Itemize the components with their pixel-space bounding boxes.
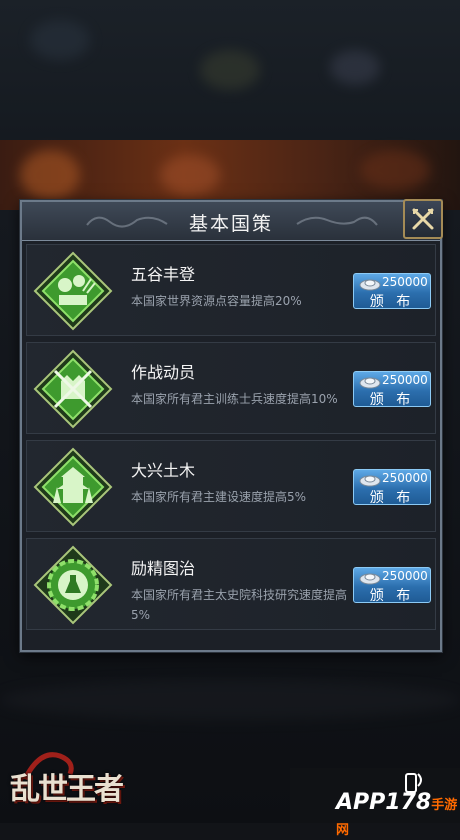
national-policy-dialog: 基本国策 五谷丰登 本国家世界资源点容量提高20% 250000 颁 布 作战动…: [20, 199, 443, 652]
cost-value: 250000: [382, 373, 428, 387]
policy-row: 五谷丰登 本国家世界资源点容量提高20% 250000 颁 布: [26, 244, 436, 336]
silver-ingot-icon: [359, 279, 381, 291]
cost-value: 250000: [382, 471, 428, 485]
game-logo: 乱世王者: [4, 740, 134, 820]
enact-button[interactable]: 250000 颁 布: [353, 371, 431, 408]
silver-ingot-icon: [359, 475, 381, 487]
silver-ingot-icon: [359, 573, 381, 585]
enact-button[interactable]: 250000 颁 布: [353, 273, 431, 310]
policy-name: 五谷丰登: [131, 265, 196, 284]
game-logo-text: 乱世王者: [10, 772, 124, 807]
enact-label: 颁 布: [369, 392, 415, 408]
policy-row: 励精图治 本国家所有君主太史院科技研究速度提高5% 250000 颁 布: [26, 538, 436, 630]
close-button[interactable]: [403, 199, 443, 239]
crossed-swords-close-icon: [412, 208, 434, 230]
cost-value: 250000: [382, 275, 428, 289]
cost-value: 250000: [382, 569, 428, 583]
dialog-titlebar: 基本国策: [22, 202, 440, 241]
policy-description: 本国家所有君主训练士兵速度提高10%: [131, 392, 338, 406]
dialog-title: 基本国策: [188, 213, 273, 235]
policy-row: 大兴土木 本国家所有君主建设速度提高5% 250000 颁 布: [26, 440, 436, 532]
enact-label: 颁 布: [369, 490, 415, 506]
enact-label: 颁 布: [369, 588, 415, 604]
pagoda-icon: [33, 447, 113, 527]
policy-name: 大兴土木: [131, 461, 196, 480]
flask-gear-icon: [33, 545, 113, 625]
silver-ingot-icon: [359, 377, 381, 389]
enact-label: 颁 布: [369, 294, 415, 310]
policy-row: 作战动员 本国家所有君主训练士兵速度提高10% 250000 颁 布: [26, 342, 436, 434]
policy-name: 作战动员: [131, 363, 196, 382]
policy-description: 本国家所有君主建设速度提高5%: [131, 490, 307, 504]
policy-name: 励精图治: [131, 559, 196, 578]
enact-button[interactable]: 250000 颁 布: [353, 469, 431, 506]
enact-button[interactable]: 250000 颁 布: [353, 567, 431, 604]
watermark-brand: APP178: [336, 790, 432, 815]
policy-description: 本国家世界资源点容量提高20%: [131, 294, 302, 308]
policy-list: 五谷丰登 本国家世界资源点容量提高20% 250000 颁 布 作战动员 本国家…: [26, 244, 436, 636]
policy-description: 本国家所有君主太史院科技研究速度提高5%: [131, 588, 348, 622]
wheat-icon: [33, 251, 113, 331]
crossed-swords-castle-icon: [33, 349, 113, 429]
watermark: APP178手游网: [290, 768, 460, 838]
